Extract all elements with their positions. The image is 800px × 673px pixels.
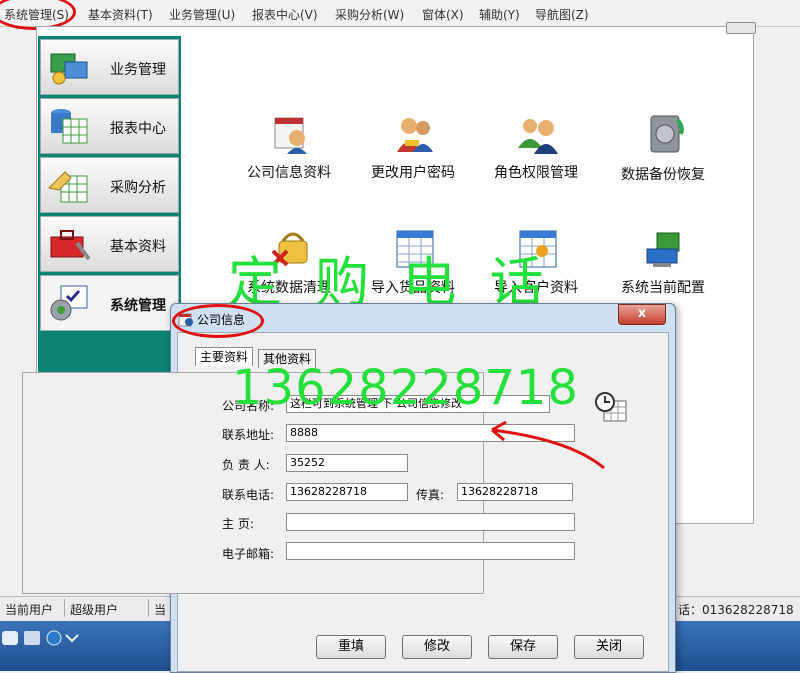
purchase-icon xyxy=(47,171,88,203)
menu-business[interactable]: 业务管理(U) xyxy=(169,6,235,23)
homepage-label: 主 页: xyxy=(222,517,254,531)
fax-label: 传真: xyxy=(416,488,445,502)
menu-purchase-analysis[interactable]: 采购分析(W) xyxy=(335,6,404,23)
menu-bar: 系统管理(S) 基本资料(T) 业务管理(U) 报表中心(V) 采购分析(W) … xyxy=(0,0,800,27)
email-field[interactable] xyxy=(286,542,575,560)
reset-button[interactable]: 重填 xyxy=(316,635,386,659)
sidebar-item-business[interactable]: 业务管理 xyxy=(40,39,179,95)
menu-navigation[interactable]: 导航图(Z) xyxy=(535,6,589,23)
dialog-close-button[interactable]: x xyxy=(618,304,666,325)
tool-label: 公司信息资料 xyxy=(247,165,331,181)
tool-label: 数据备份恢复 xyxy=(621,167,705,183)
tool-label: 角色权限管理 xyxy=(494,165,578,181)
system-config-icon xyxy=(646,232,680,267)
watermark-phone: 13628228718 xyxy=(232,360,579,416)
gear-icon xyxy=(50,285,88,321)
tray-icons xyxy=(2,630,79,646)
tool-system-config[interactable]: 系统当前配置 xyxy=(603,227,723,297)
menu-reports[interactable]: 报表中心(V) xyxy=(252,6,318,23)
menu-help[interactable]: 辅助(Y) xyxy=(479,6,520,23)
tool-change-password[interactable]: 更改用户密码 xyxy=(353,112,473,182)
company-info-icon xyxy=(274,117,307,154)
email-label: 电子邮箱: xyxy=(222,547,275,561)
fax-field[interactable]: 13628228718 xyxy=(457,483,573,501)
status-phone: 话：013628228718 xyxy=(678,603,794,617)
status-user-label: 当前用户 xyxy=(5,603,54,617)
sidebar-item-label: 业务管理 xyxy=(110,62,166,78)
homepage-field[interactable] xyxy=(286,513,575,531)
sidebar-item-label: 系统管理 xyxy=(110,298,166,314)
tool-label: 系统当前配置 xyxy=(621,280,705,296)
edit-button[interactable]: 修改 xyxy=(402,635,472,659)
address-label: 联系地址: xyxy=(222,428,275,442)
sidebar-item-purchase[interactable]: 采购分析 xyxy=(40,157,179,213)
menu-basic-data[interactable]: 基本资料(T) xyxy=(88,6,153,23)
sidebar-item-reports[interactable]: 报表中心 xyxy=(40,98,179,154)
sidebar-item-label: 报表中心 xyxy=(110,121,166,137)
change-password-icon xyxy=(397,118,433,152)
role-permission-icon xyxy=(518,119,558,154)
manager-label: 负 责 人: xyxy=(222,458,270,472)
phone-field[interactable]: 13628228718 xyxy=(286,483,408,501)
sidebar-item-system[interactable]: 系统管理 xyxy=(40,275,179,331)
annotation-arrow xyxy=(491,420,605,470)
tool-company-info[interactable]: 公司信息资料 xyxy=(229,112,349,182)
menu-window[interactable]: 窗体(X) xyxy=(422,6,464,23)
tool-label: 更改用户密码 xyxy=(371,165,455,181)
status-cell: 当 xyxy=(154,603,167,617)
sidebar-item-basic-data[interactable]: 基本资料 xyxy=(40,216,179,272)
manager-field[interactable]: 35252 xyxy=(286,454,408,472)
save-button[interactable]: 保存 xyxy=(488,635,558,659)
annotation-circle-title xyxy=(172,304,264,338)
tool-backup-restore[interactable]: 数据备份恢复 xyxy=(603,112,723,183)
status-user-value: 超级用户 xyxy=(70,603,119,617)
sidebar-item-label: 基本资料 xyxy=(110,239,166,255)
status-separator xyxy=(64,599,65,617)
reports-icon xyxy=(51,109,88,144)
business-icon xyxy=(50,53,88,85)
phone-label: 联系电话: xyxy=(222,488,275,502)
status-separator xyxy=(148,599,149,617)
restore-button[interactable] xyxy=(726,22,756,34)
sidebar-item-label: 采购分析 xyxy=(110,180,166,196)
backup-icon xyxy=(650,115,684,153)
toolbox-icon xyxy=(50,230,91,261)
close-button[interactable]: 关闭 xyxy=(574,635,644,659)
tool-role-permission[interactable]: 角色权限管理 xyxy=(476,112,596,182)
